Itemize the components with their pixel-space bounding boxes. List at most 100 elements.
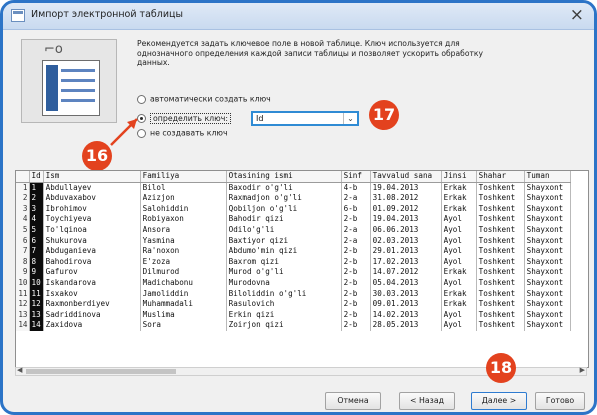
option-no-key-label: не создавать ключ bbox=[150, 128, 228, 138]
cancel-button[interactable]: Отмена bbox=[325, 392, 381, 410]
callout-badge-18: 18 bbox=[486, 353, 516, 383]
close-icon[interactable]: × bbox=[570, 4, 584, 26]
table-cell: Shayxont bbox=[524, 214, 571, 225]
table-cell: 19.04.2013 bbox=[370, 214, 442, 225]
table-cell: To'lqinoa bbox=[43, 224, 141, 236]
table-cell: Toshkent bbox=[476, 193, 525, 204]
row-number: 9 bbox=[16, 267, 30, 278]
table-cell: 2-a bbox=[341, 224, 371, 236]
table-row[interactable]: 2 2 Abduvaxabov Azizjon Raxmadjon o'g'li 2-a 3… bbox=[16, 193, 571, 204]
table-row[interactable]: 4 4 Toychiyeva Robiyaxon Bahodir qizi 2-b 19.0… bbox=[16, 214, 571, 225]
cell-id: 9 bbox=[29, 267, 44, 278]
table-row[interactable]: 12 12 Raxmonberdiyev Muhammadali Rasulovich 2… bbox=[16, 299, 571, 310]
table-row[interactable]: 1 1 Abdullayev Bilol Baxodir o'g'li 4-b 19.04.… bbox=[16, 182, 571, 194]
table-cell: Ayol bbox=[441, 214, 477, 225]
table-row[interactable]: 13 13 Sadriddinova Muslima Erkin qizi 2-b 14.0… bbox=[16, 309, 571, 321]
table-cell: Baxodir o'g'li bbox=[226, 182, 342, 194]
table-cell: Toshkent bbox=[476, 320, 525, 331]
key-field-value: Id bbox=[256, 114, 264, 123]
table-cell: Ayol bbox=[441, 277, 477, 289]
row-number: 7 bbox=[16, 246, 30, 257]
option-auto-key-label: автоматически создать ключ bbox=[150, 94, 271, 104]
table-cell: 2-b bbox=[341, 288, 371, 300]
table-cell: Toshkent bbox=[476, 224, 525, 236]
table-row[interactable]: 8 8 Bahodirova E'zoza Baxrom qizi 2-b 17.02.20… bbox=[16, 256, 571, 268]
table-cell: 14.02.2013 bbox=[370, 309, 442, 321]
chevron-down-icon[interactable]: ⌄ bbox=[343, 113, 357, 124]
table-cell: E'zoza bbox=[140, 256, 227, 268]
table-cell: Shayxont bbox=[524, 309, 571, 321]
back-button[interactable]: < Назад bbox=[399, 392, 455, 410]
column-header[interactable]: Sinf bbox=[341, 171, 371, 183]
column-header[interactable]: Familiya bbox=[140, 171, 227, 183]
table-cell: Erkak bbox=[441, 299, 477, 310]
table-cell: 14.07.2012 bbox=[370, 267, 442, 278]
table-header-row: Id Ism Familiya Otasining ismi Sinf Tavv… bbox=[16, 171, 571, 183]
next-button[interactable]: Далее > bbox=[471, 392, 527, 410]
table-cell: Shayxont bbox=[524, 267, 571, 278]
table-cell: 09.01.2013 bbox=[370, 299, 442, 310]
table-cell: 19.04.2013 bbox=[370, 182, 442, 194]
column-header[interactable]: Jinsi bbox=[441, 171, 477, 183]
cell-id: 10 bbox=[29, 277, 44, 289]
key-field-select[interactable]: Id ⌄ bbox=[251, 111, 359, 126]
column-header[interactable]: Shahar bbox=[476, 171, 525, 183]
callout-badge-17: 17 bbox=[369, 100, 399, 130]
cell-id: 5 bbox=[29, 224, 44, 236]
column-header[interactable]: Otasining ismi bbox=[226, 171, 342, 183]
table-cell: 28.05.2013 bbox=[370, 320, 442, 331]
table-row[interactable]: 7 7 Abduganieva Ra'noxon Abdumo'min qizi 2-b 2… bbox=[16, 246, 571, 257]
column-header[interactable]: Tavvalud sana bbox=[370, 171, 442, 183]
finish-button[interactable]: Готово bbox=[535, 392, 585, 410]
table-cell: Robiyaxon bbox=[140, 214, 227, 225]
column-header[interactable]: Id bbox=[29, 171, 44, 183]
column-header[interactable]: Tuman bbox=[524, 171, 571, 183]
table-row[interactable]: 3 3 Ibrohimov Salohiddin Qobiljon o'g'li 6-b 0… bbox=[16, 203, 571, 215]
table-cell: Erkak bbox=[441, 288, 477, 300]
row-number-header bbox=[16, 171, 30, 183]
table-cell: Shayxont bbox=[524, 299, 571, 310]
table-cell: Toychiyeva bbox=[43, 214, 141, 225]
table-cell: Madichabonu bbox=[140, 277, 227, 289]
cell-id: 4 bbox=[29, 214, 44, 225]
data-preview-grid[interactable]: Id Ism Familiya Otasining ismi Sinf Tavv… bbox=[15, 170, 589, 368]
option-auto-key[interactable]: автоматически создать ключ bbox=[137, 94, 271, 104]
scroll-left-icon[interactable]: ◀ bbox=[17, 366, 22, 374]
table-cell: Murodovna bbox=[226, 277, 342, 289]
table-cell: Bilol bbox=[140, 182, 227, 194]
table-row[interactable]: 5 5 To'lqinoa Ansora Odilo'g'li 2-a 06.06.2013… bbox=[16, 224, 571, 236]
row-number: 10 bbox=[16, 277, 30, 289]
scroll-right-icon[interactable]: ▶ bbox=[580, 366, 585, 374]
row-number: 5 bbox=[16, 224, 30, 236]
table-cell: Baxtiyor qizi bbox=[226, 235, 342, 247]
scrollbar-thumb[interactable] bbox=[26, 369, 176, 374]
column-header[interactable]: Ism bbox=[43, 171, 141, 183]
table-cell: Azizjon bbox=[140, 193, 227, 204]
cell-id: 8 bbox=[29, 256, 44, 268]
table-cell: Ayol bbox=[441, 309, 477, 321]
table-cell: 2-b bbox=[341, 299, 371, 310]
table-row[interactable]: 9 9 Gafurov Dilmurod Murod o'g'li 2-b 14.07.20… bbox=[16, 267, 571, 278]
option-no-key[interactable]: не создавать ключ bbox=[137, 128, 228, 138]
table-cell: Ansora bbox=[140, 224, 227, 236]
table-cell: 29.01.2013 bbox=[370, 246, 442, 257]
table-cell: Shukurova bbox=[43, 235, 141, 247]
table-cell: Toshkent bbox=[476, 203, 525, 215]
table-cell: Biloliddin o'g'li bbox=[226, 288, 342, 300]
table-cell: Isxakov bbox=[43, 288, 141, 300]
table-cell: Toshkent bbox=[476, 288, 525, 300]
radio-auto-key[interactable] bbox=[137, 94, 146, 104]
table-cell: 02.03.2013 bbox=[370, 235, 442, 247]
table-icon bbox=[11, 9, 25, 22]
table-cell: Toshkent bbox=[476, 214, 525, 225]
table-cell: 2-b bbox=[341, 320, 371, 331]
row-number: 11 bbox=[16, 288, 30, 300]
table-cell: Rasulovich bbox=[226, 299, 342, 310]
table-cell: 2-b bbox=[341, 277, 371, 289]
option-define-key[interactable]: определить ключ: bbox=[137, 112, 231, 124]
table-row[interactable]: 6 6 Shukurova Yasmina Baxtiyor qizi 2-a 02.03.… bbox=[16, 235, 571, 247]
table-row[interactable]: 10 10 Iskandarova Madichabonu Murodovna 2-b 05… bbox=[16, 277, 571, 289]
table-row[interactable]: 14 14 Zaxidova Sora Zoirjon qizi 2-b 28.05.201… bbox=[16, 320, 571, 331]
table-cell: Salohiddin bbox=[140, 203, 227, 215]
table-row[interactable]: 11 11 Isxakov Jamoliddin Biloliddin o'g'li 2-… bbox=[16, 288, 571, 300]
